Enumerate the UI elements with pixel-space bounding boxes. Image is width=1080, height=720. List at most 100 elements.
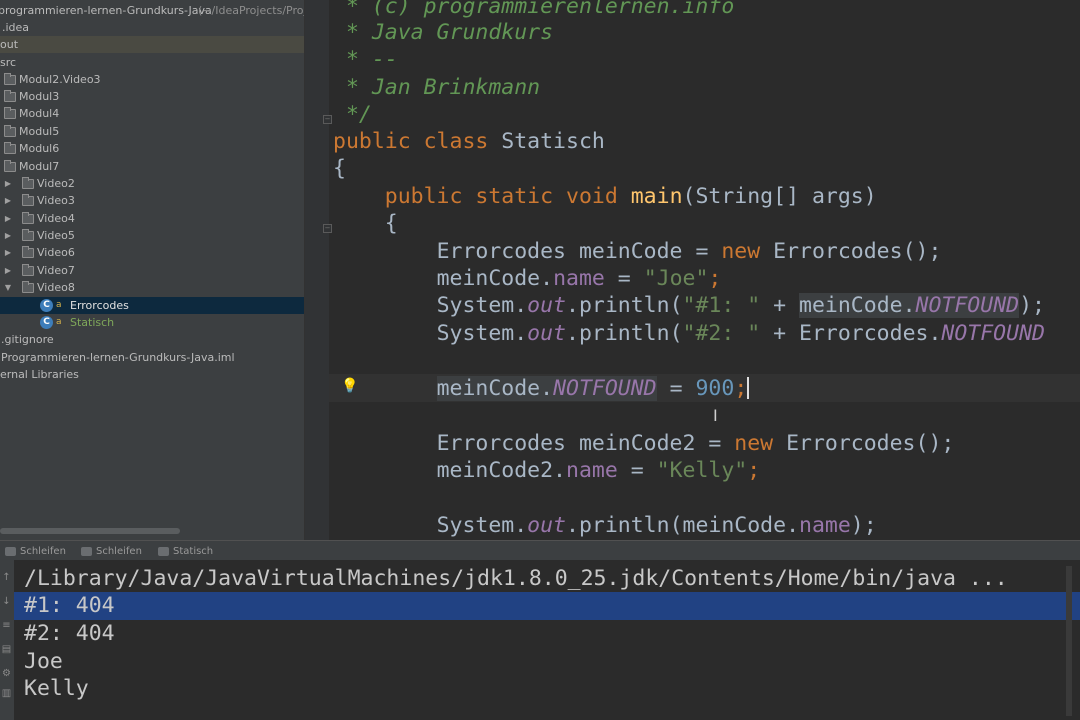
code-text: ); — [850, 513, 877, 538]
code-field: name — [553, 266, 605, 291]
tree-item-project-root[interactable]: programmieren-lernen-Grundkurs-Java (~/I… — [0, 2, 304, 19]
tab-run-schleifen-2[interactable]: Schleifen — [78, 544, 142, 559]
scroll-down-icon[interactable]: ↓ — [1, 596, 12, 607]
tree-item-idea[interactable]: .idea — [0, 19, 304, 36]
tree-item-label: ernal Libraries — [0, 368, 79, 381]
fold-marker-icon[interactable]: − — [323, 224, 332, 233]
code-number: 900 — [695, 376, 735, 401]
expand-arrow-icon[interactable]: ▶ — [3, 244, 13, 261]
expand-arrow-icon[interactable]: ▶ — [3, 175, 13, 192]
tree-item-modul6[interactable]: Modul6 — [0, 140, 304, 157]
tree-item-video5[interactable]: ▶ Video5 — [0, 227, 304, 244]
tree-item-label: src — [0, 56, 17, 69]
wrap-icon[interactable]: ≡ — [1, 620, 12, 631]
code-static-field: NOTFOUND — [915, 293, 1020, 318]
text-caret — [747, 377, 750, 399]
tab-run-statisch[interactable]: Statisch — [155, 544, 213, 559]
rerun-arrow-icon[interactable]: ↑ — [1, 572, 12, 583]
expand-arrow-icon[interactable]: ▶ — [3, 262, 13, 279]
tree-item-label: Modul2.Video3 — [19, 73, 101, 86]
code-text: + — [760, 293, 800, 318]
tree-item-label: Video5 — [37, 229, 75, 242]
lock-icon: a — [56, 300, 62, 310]
code-static-field: NOTFOUND — [941, 321, 1045, 346]
run-config-icon — [158, 547, 169, 556]
tree-item-gitignore[interactable]: .gitignore — [0, 331, 304, 348]
settings-icon[interactable]: ⚙ — [1, 668, 12, 679]
tree-item-label: Video7 — [37, 264, 75, 277]
tab-run-schleifen-1[interactable]: Schleifen — [2, 544, 66, 559]
expand-arrow-icon[interactable]: ▶ — [3, 192, 13, 209]
tree-item-iml[interactable]: Programmieren-lernen-Grundkurs-Java.iml — [0, 349, 304, 366]
fold-marker-icon[interactable]: − — [323, 115, 332, 124]
folder-icon — [4, 160, 16, 172]
code-line: meinCode.name = "Joe"; — [333, 265, 722, 292]
tree-item-statisch[interactable]: C a Statisch — [0, 314, 304, 331]
print-icon[interactable]: ▤ — [1, 644, 12, 655]
tree-item-video8[interactable]: ▼ Video8 — [0, 279, 304, 296]
tree-item-label: out — [0, 38, 19, 51]
code-line: { — [333, 210, 398, 237]
code-keyword: public static void — [384, 184, 631, 209]
trash-icon[interactable]: ▥ — [1, 688, 12, 699]
collapse-arrow-icon[interactable]: ▼ — [3, 279, 13, 296]
tree-item-label: Programmieren-lernen-Grundkurs-Java.iml — [1, 351, 235, 364]
tree-item-video7[interactable]: ▶ Video7 — [0, 262, 304, 279]
run-console[interactable]: /Library/Java/JavaVirtualMachines/jdk1.8… — [14, 560, 1080, 720]
expand-arrow-icon[interactable]: ▶ — [3, 227, 13, 244]
folder-icon — [22, 246, 34, 258]
tree-item-label: Statisch — [70, 316, 115, 329]
expand-arrow-icon[interactable]: ▶ — [3, 210, 13, 227]
tree-item-video2[interactable]: ▶ Video2 — [0, 175, 304, 192]
folder-icon — [4, 125, 16, 137]
tree-item-out[interactable]: out — [0, 36, 304, 53]
code-field: name — [566, 458, 618, 483]
tree-item-external-libraries[interactable]: ernal Libraries — [0, 366, 304, 383]
code-comment: * (c) programmierenlernen.info — [333, 0, 735, 19]
tree-item-video3[interactable]: ▶ Video3 — [0, 192, 304, 209]
class-icon: C — [40, 299, 53, 312]
code-text: System. — [436, 293, 528, 318]
code-method: main — [630, 184, 683, 209]
code-text: meinCode. — [436, 376, 554, 401]
console-line-selected: #2: 404 — [24, 620, 115, 648]
code-line: Errorcodes meinCode2 = new Errorcodes(); — [333, 430, 955, 457]
code-static-field: out — [527, 513, 567, 538]
tree-item-modul7[interactable]: Modul7 — [0, 158, 304, 175]
tab-label: Schleifen — [96, 546, 142, 557]
tree-item-label: Video6 — [37, 246, 75, 259]
tree-item-modul5[interactable]: Modul5 — [0, 123, 304, 140]
tree-item-label: programmieren-lernen-Grundkurs-Java — [0, 4, 212, 17]
code-text: (String[] args) — [682, 184, 877, 209]
code-text: System. — [436, 321, 528, 346]
sidebar-scrollbar[interactable] — [0, 528, 180, 534]
code-editor[interactable]: − − * (c) programmierenlernen.info * Jav… — [304, 0, 1080, 540]
code-text: meinCode2. — [436, 458, 567, 483]
tab-label: Schleifen — [20, 546, 66, 557]
project-tree[interactable]: programmieren-lernen-Grundkurs-Java (~/I… — [0, 0, 304, 540]
code-comment: * Jan Brinkmann — [333, 75, 541, 100]
code-text: meinCode. — [436, 266, 554, 291]
code-string: "#1: " — [682, 293, 761, 318]
tree-item-video4[interactable]: ▶ Video4 — [0, 210, 304, 227]
code-comment: * Java Grundkurs — [333, 20, 554, 45]
tree-item-modul4[interactable]: Modul4 — [0, 105, 304, 122]
tree-item-label: Errorcodes — [70, 299, 129, 312]
code-text: .println( — [566, 321, 683, 346]
tree-item-modul3[interactable]: Modul3 — [0, 88, 304, 105]
tree-item-video6[interactable]: ▶ Video6 — [0, 244, 304, 261]
code-keyword: public class — [333, 129, 502, 154]
code-static-field: NOTFOUND — [553, 376, 657, 401]
tree-item-modul2-video3[interactable]: Modul2.Video3 — [0, 71, 304, 88]
tree-item-errorcodes[interactable]: C a Errorcodes — [0, 297, 304, 314]
folder-icon — [22, 281, 34, 293]
console-scrollbar[interactable] — [1066, 566, 1072, 716]
code-line: * Jan Brinkmann — [333, 74, 540, 101]
tree-item-src[interactable]: src — [0, 54, 304, 71]
tree-item-label: Modul6 — [19, 142, 60, 155]
code-string: "Joe" — [643, 266, 709, 291]
code-field: name — [799, 513, 851, 538]
folder-icon — [4, 90, 16, 102]
editor-gutter — [305, 0, 329, 540]
